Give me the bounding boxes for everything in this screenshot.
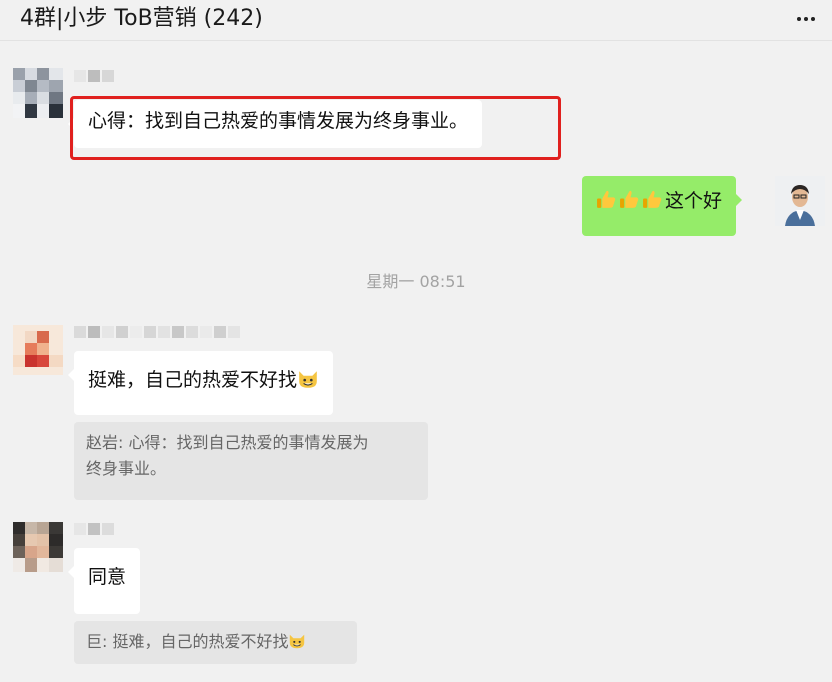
chat-header: 4群|小步 ToB营销 (242) — [0, 0, 832, 41]
quoted-message[interactable]: 赵岩: 心得：找到自己热爱的事情发展为 终身事业。 — [74, 422, 428, 500]
message-text: 这个好 — [665, 190, 723, 212]
sender-name-blurred — [74, 326, 240, 340]
quote-text: 巨: 挺难，自己的热爱不好找 — [86, 632, 289, 651]
quoted-message[interactable]: 巨: 挺难，自己的热爱不好找 — [74, 621, 357, 664]
grinning-cat-icon — [290, 634, 305, 649]
avatar[interactable] — [13, 68, 63, 118]
message-bubble[interactable]: 同意 — [67, 548, 141, 614]
thumbs-up-icon — [620, 190, 639, 208]
message-text: 挺难，自己的热爱不好找 — [88, 369, 298, 391]
more-dots-icon[interactable] — [794, 10, 818, 28]
quote-line: 终身事业。 — [86, 459, 167, 478]
timestamp: 星期一 08:51 — [366, 272, 466, 291]
message-bubble-own[interactable]: 这个好 — [582, 176, 743, 236]
grinning-cat-icon — [299, 371, 317, 388]
avatar-own[interactable] — [775, 176, 825, 226]
message-text: 同意 — [88, 566, 127, 588]
thumbs-up-icon — [597, 190, 616, 208]
quote-line: 赵岩: 心得：找到自己热爱的事情发展为 — [86, 433, 369, 452]
message-bubble[interactable]: 挺难，自己的热爱不好找 — [67, 351, 334, 415]
avatar[interactable] — [13, 325, 63, 375]
thumbs-up-icon — [643, 190, 662, 208]
sender-name-blurred — [74, 70, 114, 84]
highlight-box — [70, 96, 561, 160]
chat-title[interactable]: 4群|小步 ToB营销 (242) — [20, 5, 263, 33]
sender-name-blurred — [74, 523, 114, 537]
avatar[interactable] — [13, 522, 63, 572]
